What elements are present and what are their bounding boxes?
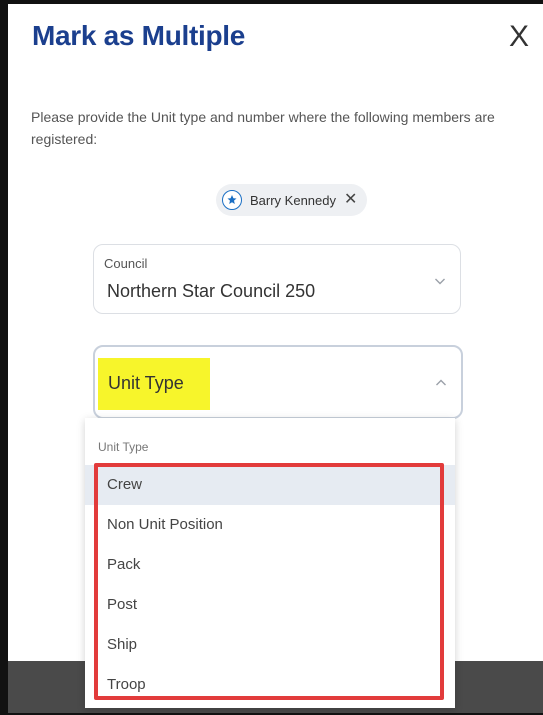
close-icon[interactable]: X	[504, 22, 534, 52]
chevron-up-icon	[436, 379, 446, 386]
member-chip: Barry Kennedy ✕	[216, 184, 368, 216]
screenshot-frame: Mark as Multiple X Please provide the Un…	[0, 0, 543, 715]
council-label: Council	[104, 256, 148, 271]
chevron-down-icon	[435, 278, 445, 285]
dropdown-header: Unit Type	[98, 440, 149, 454]
instructions-text: Please provide the Unit type and number …	[31, 109, 495, 147]
scout-emblem-icon	[222, 190, 242, 210]
unit-type-dropdown: Unit Type Crew Non Unit Position Pack Po…	[85, 418, 455, 708]
option-crew[interactable]: Crew	[85, 465, 455, 505]
option-pack[interactable]: Pack	[85, 545, 455, 585]
remove-member-icon[interactable]: ✕	[344, 192, 357, 208]
council-value: Northern Star Council 250	[107, 281, 316, 301]
unit-type-select[interactable]: Unit Type	[93, 345, 463, 419]
unit-type-options: Crew Non Unit Position Pack Post Ship Tr…	[85, 465, 455, 705]
modal-title: Mark as Multiple	[32, 20, 246, 51]
council-select[interactable]: Council Northern Star Council 250	[93, 244, 461, 314]
option-troop[interactable]: Troop	[85, 665, 455, 705]
member-name: Barry Kennedy	[250, 192, 336, 208]
option-ship[interactable]: Ship	[85, 625, 455, 665]
option-post[interactable]: Post	[85, 585, 455, 625]
option-non-unit-position[interactable]: Non Unit Position	[85, 505, 455, 545]
frame-border-left	[0, 0, 8, 715]
unit-type-placeholder: Unit Type	[108, 373, 184, 393]
